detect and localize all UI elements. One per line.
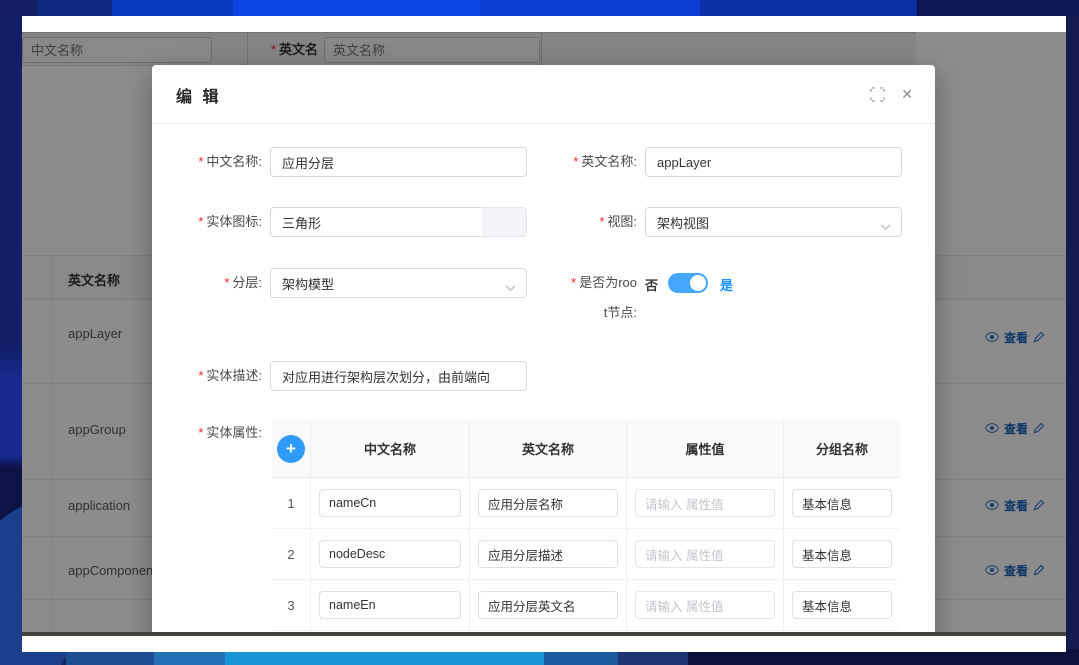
is-root-toggle[interactable] xyxy=(668,273,708,293)
attribute-row: 2 nodeDesc 应用分层描述 请输入 属性值 基本信息 xyxy=(272,529,900,580)
attr-cn-input[interactable]: nodeDesc xyxy=(319,540,461,568)
window-bottom-strip xyxy=(22,636,1066,652)
header-cn-name: 中文名称 xyxy=(311,420,470,477)
layer-label: 分层: xyxy=(152,268,262,298)
row-index: 1 xyxy=(272,478,311,528)
add-attribute-button[interactable]: + xyxy=(277,435,305,463)
entity-icon-label: 实体图标: xyxy=(152,207,262,237)
row-index: 2 xyxy=(272,529,311,579)
cn-name-input[interactable] xyxy=(270,147,527,177)
desktop: 英文名 英文名称 appLayer appGroup application a… xyxy=(0,0,1079,665)
layer-select[interactable] xyxy=(270,268,527,298)
fullscreen-icon[interactable] xyxy=(870,87,885,102)
attr-en-input[interactable]: 应用分层名称 xyxy=(478,489,618,517)
en-name-label: 英文名称: xyxy=(532,147,637,177)
attr-cn-input[interactable]: nameEn xyxy=(319,591,461,619)
attribute-row: 1 nameCn 应用分层名称 请输入 属性值 基本信息 xyxy=(272,478,900,529)
attr-value-input[interactable]: 请输入 属性值 xyxy=(635,540,775,568)
page-content: 英文名 英文名称 appLayer appGroup application a… xyxy=(22,32,1066,632)
attribute-row: 3 nameEn 应用分层英文名 请输入 属性值 基本信息 xyxy=(272,580,900,631)
attr-en-input[interactable]: 应用分层描述 xyxy=(478,540,618,568)
header-attr-value: 属性值 xyxy=(627,420,784,477)
attr-group-input[interactable]: 基本信息 xyxy=(792,489,892,517)
view-select[interactable] xyxy=(645,207,902,237)
attr-value-input[interactable]: 请输入 属性值 xyxy=(635,591,775,619)
attr-value-input[interactable]: 请输入 属性值 xyxy=(635,489,775,517)
header-en-name: 英文名称 xyxy=(470,420,627,477)
en-name-input[interactable] xyxy=(645,147,902,177)
close-icon[interactable]: ✕ xyxy=(901,86,913,102)
attr-cn-input[interactable]: nameCn xyxy=(319,489,461,517)
cn-name-label: 中文名称: xyxy=(152,147,262,177)
attribute-table-header: + 中文名称 英文名称 属性值 分组名称 xyxy=(272,420,900,478)
description-label: 实体描述: xyxy=(152,361,262,391)
attr-group-input[interactable]: 基本信息 xyxy=(792,591,892,619)
row-index: 3 xyxy=(272,580,311,630)
description-input[interactable] xyxy=(270,361,527,391)
toggle-off-text: 否 xyxy=(645,275,658,294)
app-window: 英文名 英文名称 appLayer appGroup application a… xyxy=(22,16,1066,652)
edit-modal: 编 辑 ✕ 中文名称: 英文名称: 实体图标: 视图: xyxy=(152,65,935,632)
attr-en-input[interactable]: 应用分层英文名 xyxy=(478,591,618,619)
attribute-table: + 中文名称 英文名称 属性值 分组名称 1 nameCn 应用分层名称 请输入… xyxy=(272,420,900,631)
is-root-label-line1: 是否为roo xyxy=(532,275,637,291)
wallpaper-right-strip xyxy=(1066,16,1079,649)
divider xyxy=(152,123,935,124)
is-root-label-line2: t节点: xyxy=(532,305,637,321)
modal-title: 编 辑 xyxy=(176,83,221,107)
view-label: 视图: xyxy=(532,207,637,237)
toggle-knob xyxy=(690,275,706,291)
entity-icon-input[interactable] xyxy=(270,207,483,237)
header-group-name: 分组名称 xyxy=(784,420,900,477)
attr-group-input[interactable]: 基本信息 xyxy=(792,540,892,568)
toggle-on-text: 是 xyxy=(720,275,733,294)
window-top-strip xyxy=(22,16,1066,32)
attributes-label: 实体属性: xyxy=(152,418,262,448)
wallpaper-top-band xyxy=(0,0,1079,16)
entity-icon-addon[interactable] xyxy=(482,207,527,237)
